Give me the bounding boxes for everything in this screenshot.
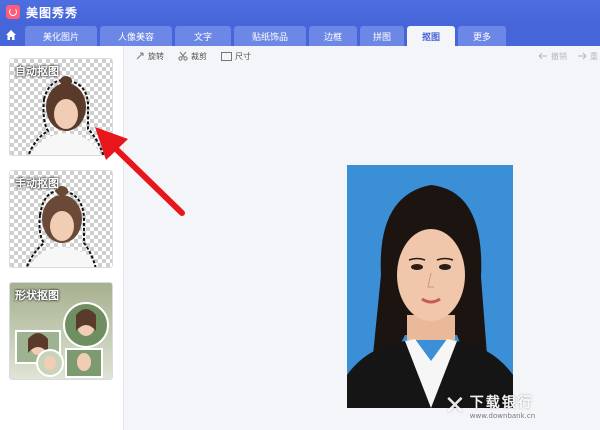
size-label: 尺寸	[235, 51, 251, 61]
redo-button[interactable]: 重	[577, 51, 598, 62]
manual-cutout-card[interactable]: 手动抠图	[9, 170, 113, 268]
tab-collage[interactable]: 拼图	[360, 26, 404, 46]
home-icon	[6, 30, 16, 40]
redo-label: 重	[590, 51, 598, 61]
auto-cutout-label: 自动抠图	[15, 65, 59, 78]
shape-cutout-label: 形状抠图	[15, 289, 59, 302]
rotate-icon	[136, 52, 144, 60]
redo-arrow-icon	[578, 52, 587, 60]
app-title: 美图秀秀	[26, 5, 79, 20]
watermark-x-logo-icon: ✕	[444, 391, 466, 421]
edit-toolbar: 旋转 裁剪 尺寸 撤销 重	[125, 46, 600, 66]
canvas-photo[interactable]	[347, 165, 513, 408]
shape-cutout-card[interactable]: 形状抠图	[9, 282, 113, 380]
crop-label: 裁剪	[191, 51, 207, 61]
downbank-watermark: ✕ 下载银行 www.downbank.cn	[444, 386, 596, 426]
crop-button[interactable]: 裁剪	[178, 51, 207, 62]
tab-text[interactable]: 文字	[175, 26, 231, 46]
tab-frames[interactable]: 边框	[309, 26, 357, 46]
watermark-url: www.downbank.cn	[469, 412, 536, 420]
undo-arrow-icon	[538, 52, 547, 60]
main-tab-bar: 美化图片 人像美容 文字 贴纸饰品 边框 拼图 抠图 更多	[0, 24, 600, 46]
undo-button[interactable]: 撤销	[538, 51, 567, 62]
scissors-icon	[178, 51, 188, 61]
app-logo-icon	[6, 5, 20, 19]
home-tab[interactable]	[0, 24, 22, 46]
rotate-button[interactable]: 旋转	[135, 51, 164, 62]
cutout-mode-panel: 自动抠图 手动抠图 形状抠图	[0, 46, 124, 430]
undo-label: 撤销	[551, 51, 567, 61]
title-bar: 美图秀秀	[0, 0, 600, 24]
rotate-label: 旋转	[148, 51, 164, 61]
tab-stickers[interactable]: 贴纸饰品	[234, 26, 306, 46]
portrait-photo	[347, 165, 513, 408]
auto-cutout-card[interactable]: 自动抠图	[9, 58, 113, 156]
manual-cutout-label: 手动抠图	[15, 177, 59, 190]
size-button[interactable]: 尺寸	[221, 51, 251, 62]
tab-more[interactable]: 更多	[458, 26, 506, 46]
tab-cutout[interactable]: 抠图	[407, 26, 455, 46]
watermark-title: 下载银行	[469, 395, 534, 411]
tab-portrait[interactable]: 人像美容	[100, 26, 172, 46]
size-icon	[221, 51, 232, 61]
tab-beautify[interactable]: 美化图片	[25, 26, 97, 46]
